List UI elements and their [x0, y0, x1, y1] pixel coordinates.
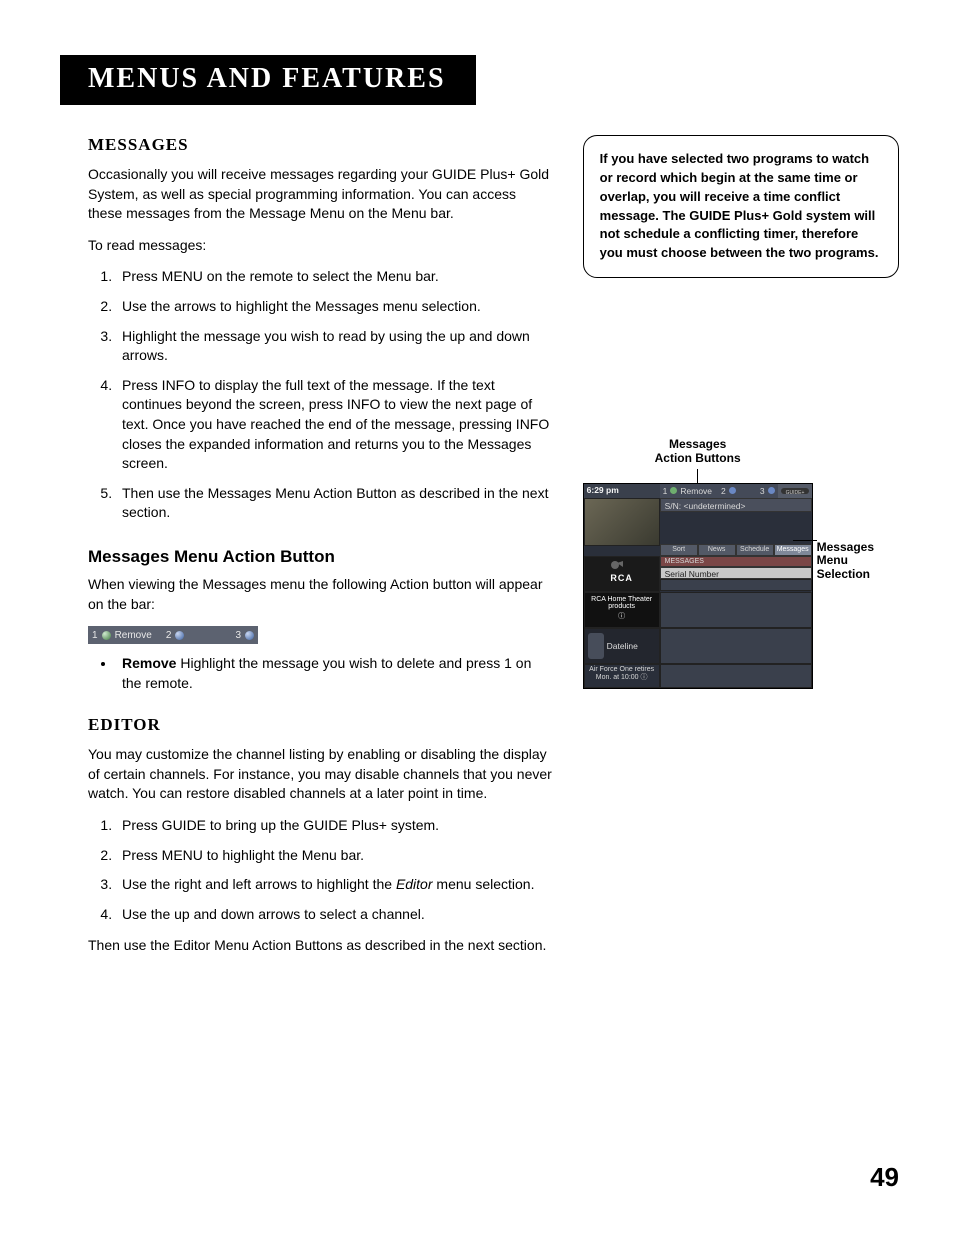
blank-row [660, 579, 812, 591]
screen-left-col: RCA Home Theater products ⓘ [584, 592, 660, 628]
messages-heading: Messages [88, 135, 553, 155]
tv-guide-screen: 6:29 pm 1 Remove 2 3 [583, 483, 813, 689]
screen-right-col [660, 664, 812, 688]
ab-remove-label: Remove [115, 630, 152, 641]
editor-step3-a: Use the right and left arrows to highlig… [122, 876, 396, 892]
messages-header-label: MESSAGES [660, 556, 812, 567]
messages-step: Press MENU on the remote to select the M… [116, 267, 553, 287]
screen-row-5: Air Force One retires Mon. at 10:00 ⓘ [584, 664, 812, 688]
ad-panel-text: RCA Home Theater products ⓘ [584, 592, 660, 628]
screen-action-buttons: 1 Remove 2 3 [660, 484, 778, 498]
action-bullet-text: Highlight the message you wish to delete… [122, 655, 531, 691]
screen-row-4: Dateline [584, 628, 812, 664]
screen-row-1: S/N: <undetermined> Sort News Schedule M… [584, 498, 812, 556]
editor-step: Press MENU to highlight the Menu bar. [116, 846, 553, 866]
pip-window [584, 498, 660, 546]
screen-right-col [660, 592, 812, 628]
dot-icon [768, 487, 775, 494]
editor-outro: Then use the Editor Menu Action Buttons … [88, 936, 553, 956]
callout-line-vertical [697, 469, 698, 483]
ab-dot-icon [245, 631, 254, 640]
messages-intro: Occasionally you will receive messages r… [88, 165, 553, 224]
callout-line-horizontal [793, 540, 817, 541]
screen-left-col: RCA [584, 556, 660, 592]
ad-panel-rca: RCA [584, 556, 660, 592]
menu-tab: Schedule [736, 544, 774, 556]
dot-icon [729, 487, 736, 494]
editor-step: Use the right and left arrows to highlig… [116, 875, 553, 895]
sn-line: S/N: <undetermined> [660, 498, 812, 512]
ab-num: 3 [235, 630, 241, 641]
ab-dot-icon [175, 631, 184, 640]
ab-dot-icon [102, 631, 111, 640]
screen-right-col: S/N: <undetermined> Sort News Schedule M… [660, 498, 812, 556]
dateline-text: Dateline [607, 641, 638, 651]
main-column: Messages Occasionally you will receive m… [88, 135, 553, 968]
screen-right-col: MESSAGES Serial Number [660, 556, 812, 592]
figure-screen-wrap: 6:29 pm 1 Remove 2 3 [583, 483, 895, 689]
figure-top-label: Messages Action Buttons [583, 438, 813, 466]
ab-num: 1 [92, 630, 98, 641]
editor-step: Press GUIDE to bring up the GUIDE Plus+ … [116, 816, 553, 836]
two-column-layout: Messages Occasionally you will receive m… [60, 135, 899, 968]
editor-step: Use the up and down arrows to select a c… [116, 905, 553, 925]
svg-text:GUIDE+: GUIDE+ [785, 490, 804, 496]
callout-right-label: Messages Menu Selection [817, 541, 897, 582]
blank-panel [660, 592, 812, 628]
promo-panel: Air Force One retires Mon. at 10:00 ⓘ [584, 664, 660, 688]
sab-remove: Remove [680, 486, 712, 496]
info-icon: ⓘ [585, 613, 659, 621]
ab-num: 2 [166, 630, 172, 641]
rca-brand: RCA [585, 574, 659, 584]
menu-tab-selected: Messages [774, 544, 812, 556]
messages-to-read: To read messages: [88, 236, 553, 256]
rca-logo-icon [607, 560, 637, 572]
screen-left-col [584, 498, 660, 556]
screen-left-col: Air Force One retires Mon. at 10:00 ⓘ [584, 664, 660, 688]
screen-left-col: Dateline [584, 628, 660, 664]
guide-plus-logo: GUIDE+ [778, 484, 812, 498]
editor-step3-em: Editor [396, 876, 433, 892]
info-icon: ⓘ [641, 674, 648, 681]
menu-tabs: Sort News Schedule Messages [660, 544, 812, 556]
blank-panel [660, 628, 812, 664]
editor-steps: Press GUIDE to bring up the GUIDE Plus+ … [88, 816, 553, 924]
editor-heading: Editor [88, 715, 553, 735]
messages-figure: Messages Action Buttons 6:29 pm 1 Remove… [583, 438, 895, 689]
sab-num: 1 [663, 486, 668, 496]
conflict-note-box: If you have selected two programs to wat… [583, 135, 899, 278]
action-button-heading: Messages Menu Action Button [88, 547, 553, 567]
screen-top-bar: 6:29 pm 1 Remove 2 3 [584, 484, 812, 498]
menu-tab: News [698, 544, 736, 556]
action-bullet-list: Remove Highlight the message you wish to… [88, 654, 553, 693]
blank-panel [660, 664, 812, 688]
menu-tab: Sort [660, 544, 698, 556]
chapter-title-bar: Menus and Features [60, 55, 476, 105]
screen-right-col [660, 628, 812, 664]
editor-intro: You may customize the channel listing by… [88, 745, 553, 804]
page-number: 49 [870, 1162, 899, 1193]
sab-num: 2 [721, 486, 726, 496]
ad-panel-dateline: Dateline [584, 628, 660, 664]
messages-steps: Press MENU on the remote to select the M… [88, 267, 553, 523]
action-bullet-item: Remove Highlight the message you wish to… [116, 654, 553, 693]
messages-step: Use the arrows to highlight the Messages… [116, 297, 553, 317]
messages-step: Then use the Messages Menu Action Button… [116, 484, 553, 523]
messages-step: Press INFO to display the full text of t… [116, 376, 553, 474]
action-bar-graphic: 1 Remove 2 3 [88, 626, 258, 644]
side-column: If you have selected two programs to wat… [583, 135, 899, 968]
ad-text: RCA Home Theater products [585, 596, 659, 611]
action-button-intro: When viewing the Messages menu the follo… [88, 575, 553, 614]
chapter-title: Menus and Features [88, 63, 446, 95]
screen-row-2: RCA MESSAGES Serial Number [584, 556, 812, 592]
dot-icon [670, 487, 677, 494]
editor-step3-b: menu selection. [433, 876, 535, 892]
person-icon [588, 633, 604, 659]
action-bullet-strong: Remove [122, 655, 176, 671]
sab-num: 3 [760, 486, 765, 496]
messages-step: Highlight the message you wish to read b… [116, 327, 553, 366]
screen-time: 6:29 pm [584, 484, 660, 498]
serial-number-field: Serial Number [660, 567, 812, 579]
screen-row-3: RCA Home Theater products ⓘ [584, 592, 812, 628]
